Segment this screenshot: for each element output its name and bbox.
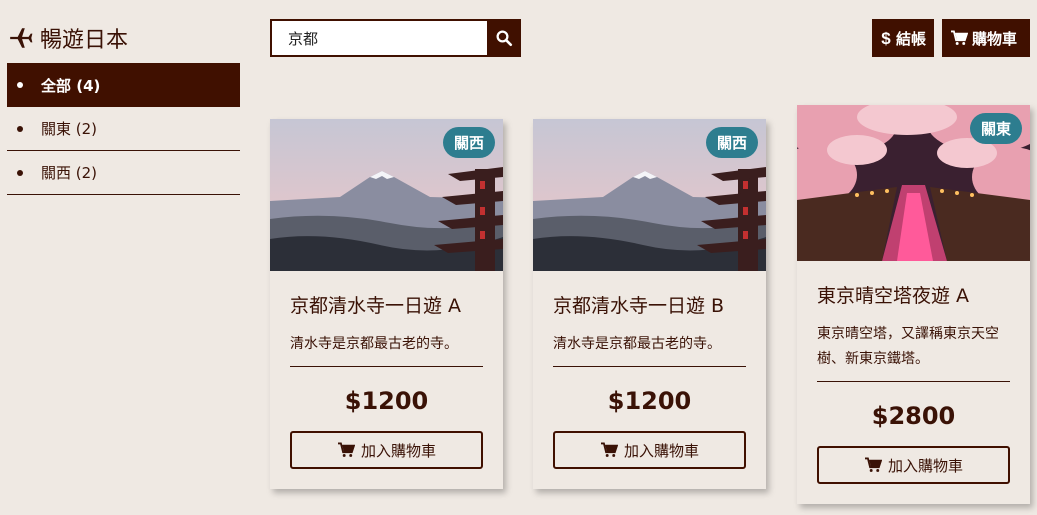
category-sidebar: 全部 (4) 關東 (2) 關西 (2) [7,63,240,195]
checkout-button[interactable]: $ 結帳 [872,19,934,57]
sidebar-item-kanto[interactable]: 關東 (2) [7,107,240,151]
cart-icon [951,30,968,45]
region-badge: 關西 [705,127,758,158]
sidebar-item-kansai[interactable]: 關西 (2) [7,151,240,195]
product-title: 京都清水寺一日遊 A [290,295,462,317]
svg-text:$: $ [881,29,891,47]
product-title: 東京晴空塔夜遊 A [817,285,970,307]
sidebar-item-all[interactable]: 全部 (4) [7,63,240,107]
sidebar-item-label: 關東 (2) [41,120,98,138]
checkout-label: 結帳 [896,29,927,48]
product-price: $1200 [607,387,692,415]
product-description: 東京晴空塔，又譯稱東京天空樹、新東京鐵塔。 [817,322,1010,382]
product-title: 京都清水寺一日遊 B [553,295,725,317]
add-to-cart-label: 加入購物車 [887,456,963,475]
product-image: 關西 [270,119,503,271]
product-image: 關西 [533,119,766,271]
region-badge: 關西 [442,127,495,158]
bullet-icon [17,125,23,132]
product-card: 關西 京都清水寺一日遊 B 清水寺是京都最古老的寺。 $1200 加入購物車 [533,119,766,489]
region-badge: 關東 [969,113,1022,144]
search-input[interactable] [270,19,487,57]
product-card: 關西 京都清水寺一日遊 A 清水寺是京都最古老的寺。 $1200 加入購物車 [270,119,503,489]
search-bar [270,19,521,57]
product-price: $1200 [344,387,429,415]
add-to-cart-button[interactable]: 加入購物車 [817,446,1010,484]
search-icon [496,30,513,47]
brand-title: 暢遊日本 [40,28,129,53]
product-image: 關東 [797,105,1030,261]
plane-icon [10,28,33,48]
cart-button[interactable]: 購物車 [942,19,1030,57]
cart-icon [337,442,355,457]
search-button[interactable] [487,19,521,57]
product-description: 清水寺是京都最古老的寺。 [553,332,746,367]
product-card: 關東 東京晴空塔夜遊 A 東京晴空塔，又譯稱東京天空樹、新東京鐵塔。 $2800… [797,105,1030,504]
cart-label: 購物車 [972,29,1018,48]
bullet-icon [17,82,23,88]
sidebar-item-label: 全部 (4) [41,76,101,95]
dollar-icon: $ [881,29,891,47]
product-price: $2800 [871,402,956,430]
add-to-cart-label: 加入購物車 [623,441,699,460]
sidebar-item-label: 關西 (2) [41,164,98,182]
product-description: 清水寺是京都最古老的寺。 [290,332,483,367]
brand[interactable]: 暢遊日本 [8,22,128,54]
add-to-cart-label: 加入購物車 [360,441,436,460]
add-to-cart-button[interactable]: 加入購物車 [553,431,746,469]
cart-icon [864,457,882,472]
cart-icon [600,442,618,457]
add-to-cart-button[interactable]: 加入購物車 [290,431,483,469]
bullet-icon [17,169,23,176]
